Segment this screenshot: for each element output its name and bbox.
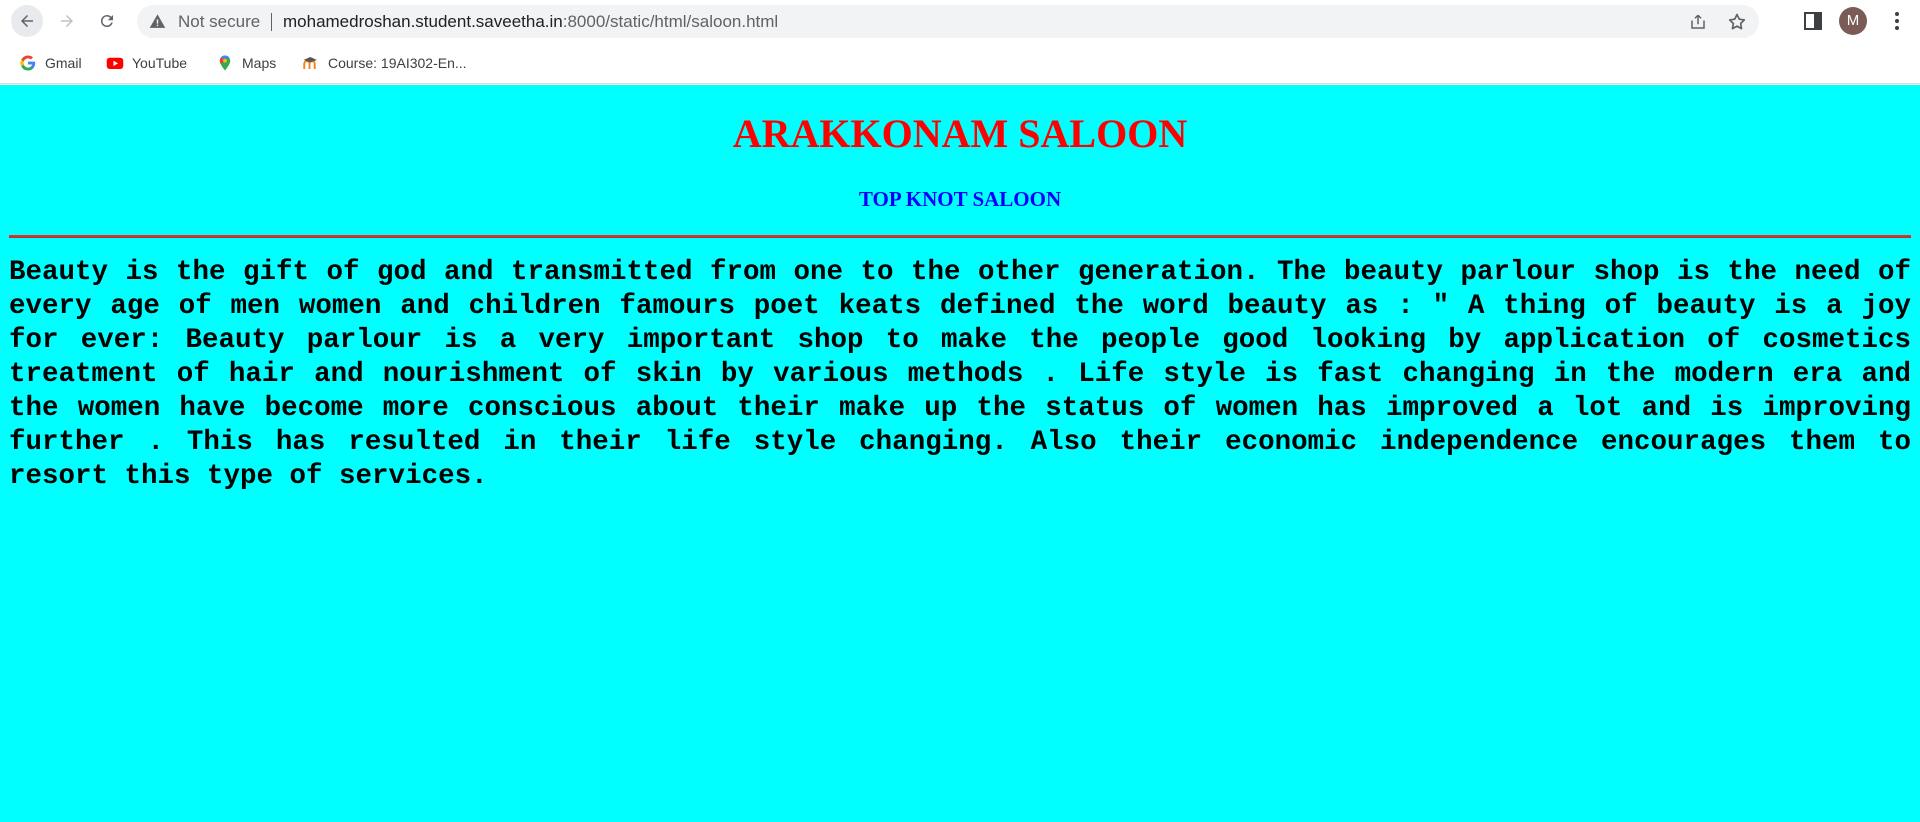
url-text[interactable]: mohamedroshan.student.saveetha.in:8000/s… <box>283 12 778 32</box>
bookmark-label: Course: 19AI302-En... <box>328 55 467 71</box>
address-bar[interactable]: Not secure mohamedroshan.student.saveeth… <box>137 5 1759 38</box>
maps-icon <box>219 55 231 71</box>
browser-toolbar: Not secure mohamedroshan.student.saveeth… <box>0 0 1920 43</box>
bookmark-gmail[interactable]: Gmail <box>19 51 82 75</box>
back-button[interactable] <box>11 5 43 37</box>
warning-icon[interactable] <box>149 13 166 30</box>
moodle-icon <box>303 57 317 69</box>
security-status[interactable]: Not secure <box>178 12 260 32</box>
bookmark-label: Maps <box>242 55 277 71</box>
forward-button[interactable] <box>51 5 83 37</box>
forward-arrow-icon <box>61 15 73 27</box>
page-content: ARAKKONAM SALOON TOP KNOT SALOON Beauty … <box>0 85 1920 822</box>
reload-button[interactable] <box>91 5 123 37</box>
side-panel-icon[interactable] <box>1803 10 1823 32</box>
back-arrow-icon <box>21 15 33 27</box>
share-icon[interactable] <box>1689 13 1707 31</box>
bookmarks-bar: Gmail YouTube Maps Course: 19AI302-En... <box>0 43 1920 84</box>
bookmark-course[interactable]: Course: 19AI302-En... <box>302 51 467 75</box>
profile-avatar[interactable]: M <box>1839 7 1867 35</box>
bookmark-maps[interactable]: Maps <box>216 51 276 75</box>
more-menu-icon[interactable] <box>1885 9 1909 33</box>
body-paragraph: Beauty is the gift of god and transmitte… <box>9 257 1911 492</box>
site-subtitle: TOP KNOT SALOON <box>858 187 1062 211</box>
reload-icon <box>100 15 113 28</box>
bookmark-label: YouTube <box>132 55 188 71</box>
url-host: mohamedroshan.student.saveetha.in <box>283 12 563 31</box>
horizontal-rule <box>9 235 1911 238</box>
bookmark-label: Gmail <box>45 55 82 71</box>
url-path: :8000/static/html/saloon.html <box>562 12 779 31</box>
address-separator <box>271 13 272 31</box>
bookmark-youtube[interactable]: YouTube <box>106 51 187 75</box>
gmail-icon <box>20 55 36 71</box>
youtube-icon <box>106 57 124 69</box>
site-title: ARAKKONAM SALOON <box>732 111 1188 156</box>
bookmark-star-icon[interactable] <box>1727 12 1747 32</box>
